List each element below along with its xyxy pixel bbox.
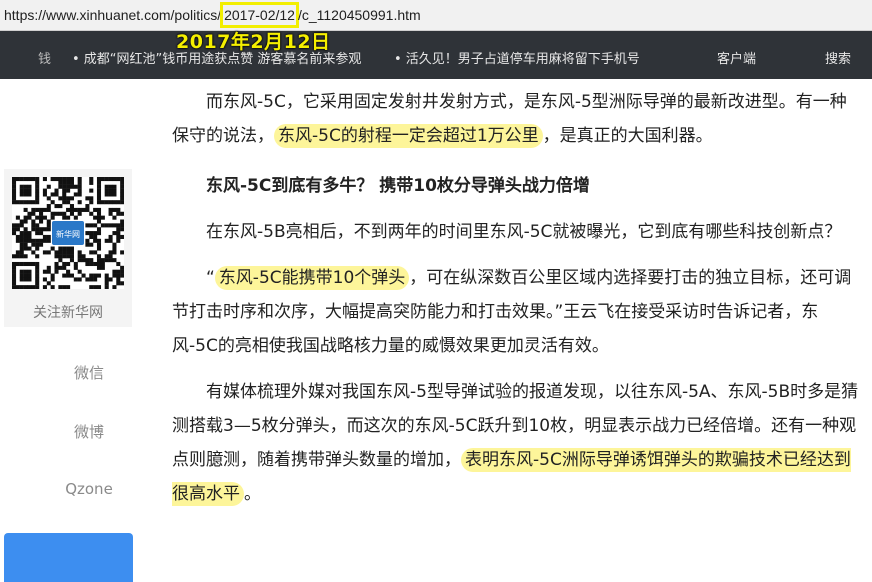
qr-code: 新华网 [12, 177, 124, 289]
xinhua-logo-text: 新华网 [56, 229, 80, 239]
share-weibo[interactable]: 微博 [24, 421, 154, 442]
article-body: 而东风-5C，它采用固定发射井发射方式，是东风-5型洲际导弹的最新改进型。有一种… [172, 85, 862, 511]
share-qzone[interactable]: Qzone [24, 480, 154, 498]
article-paragraph: 有媒体梳理外媒对我国东风-5型导弹试验的报道发现，以往东风-5A、东风-5B时多… [172, 382, 859, 506]
highlight: 东风-5C能携带10个弹头 [214, 266, 410, 290]
url-date: 2017-02/12 [224, 7, 295, 23]
date-annotation: 2017年2月12日 [176, 31, 331, 53]
article-paragraph: “东风-5C能携带10个弹头 ，可在纵深数百公里区域内选择要打击的独立目标，还可调… [172, 266, 852, 356]
url-prefix: https://www.xinhuanet.com/politics/ [4, 7, 222, 23]
search-link[interactable]: 搜索 [825, 48, 851, 67]
share-wechat[interactable]: 微信 [24, 362, 154, 383]
highlight: 东风-5C的射程一定会超过1万公里 [274, 124, 543, 148]
qr-label: 关注新华网 [33, 305, 103, 321]
article-paragraph: 而东风-5C，它采用固定发射井发射方式，是东风-5型洲际导弹的最新改进型。有一种… [172, 92, 847, 148]
qr-card: 新华网 关注新华网 [4, 169, 132, 327]
url-text[interactable]: https://www.xinhuanet.com/politics/2017-… [4, 0, 421, 30]
article-paragraph: 在东风-5B亮相后，不到两年的时间里东风-5C就被曝光，它到底有哪些科技创新点？ [206, 222, 842, 242]
address-bar[interactable]: https://www.xinhuanet.com/politics/2017-… [0, 0, 872, 31]
ticker-fragment: 钱 [38, 52, 52, 67]
client-link[interactable]: 客户端 [717, 48, 756, 67]
news-ticker-item[interactable]: • 活久见！男子占道停车用麻将留下手机号 [394, 48, 640, 67]
url-date-highlight: 2017-02/12 [220, 2, 299, 28]
sidebar-blue-button[interactable] [4, 533, 133, 582]
article-subtitle: 东风-5C到底有多牛？ 携带10枚分导弹头战力倍增 [206, 176, 590, 196]
url-suffix: /c_1120450991.htm [297, 7, 421, 23]
site-nav-bar: 钱 • 成都“网红池”钱币用途获点赞 游客慕名前来参观 • 活久见！男子占道停车… [0, 31, 872, 79]
